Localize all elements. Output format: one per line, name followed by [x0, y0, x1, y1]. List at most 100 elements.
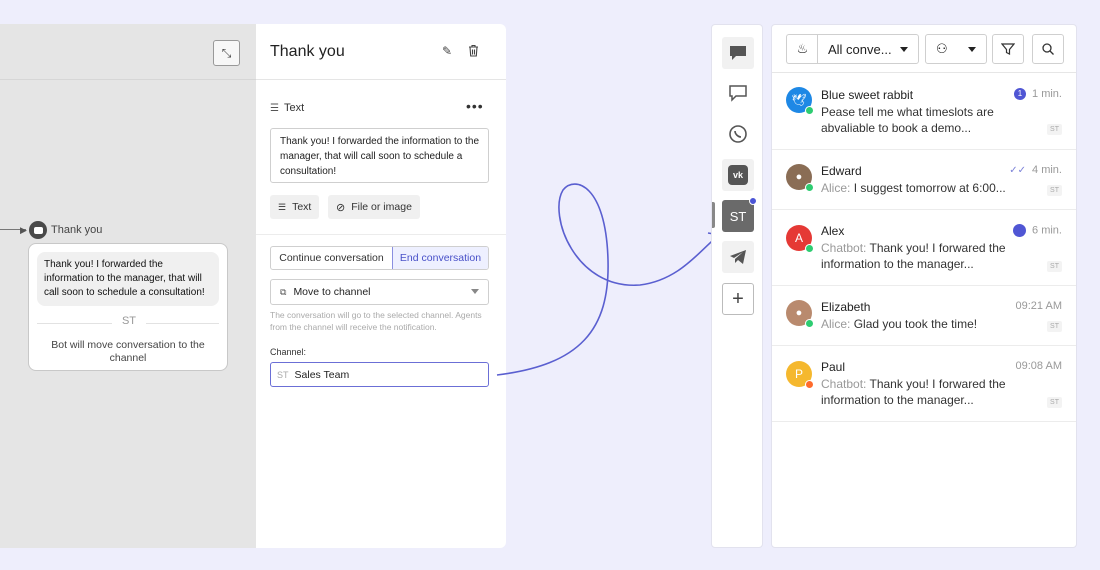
move-icon: ⧉ — [280, 286, 287, 297]
person-photo-icon: ● — [795, 171, 803, 183]
conversation-time: ✓✓ 4 min. — [1009, 164, 1062, 176]
tab-continue-conversation[interactable]: Continue conversation — [271, 247, 392, 269]
conversation-item[interactable]: ● Elizabeth 09:21 AM Alice: Glad you too… — [772, 286, 1076, 346]
flow-node-card[interactable]: Thank you! I forwarded the information t… — [28, 243, 228, 371]
channel-label: Channel: — [270, 347, 307, 357]
conversation-time-text: 1 min. — [1032, 88, 1062, 100]
message-textarea[interactable]: Thank you! I forwarded the information t… — [270, 128, 489, 183]
filter-icon — [1001, 43, 1015, 55]
message-text: I suggest tomorrow at 6:00... — [853, 181, 1006, 195]
block-type: ☰ Text — [270, 102, 304, 114]
channel-chat[interactable] — [722, 37, 754, 69]
list-toolbar: ♨ All conve... ⚇ — [772, 25, 1076, 73]
text-lines-icon: ☰ — [278, 201, 287, 212]
channel-whatsapp[interactable] — [722, 118, 754, 150]
channel-badge: ST — [1047, 185, 1062, 196]
conversation-item[interactable]: P Paul 09:08 AM Chatbot: Thank you! I fo… — [772, 346, 1076, 422]
pencil-icon[interactable]: ✎ — [442, 44, 456, 58]
channel-value: Sales Team — [294, 368, 350, 381]
action-select[interactable]: ⧉ Move to channel — [270, 279, 489, 305]
block-type-label: Text — [283, 102, 305, 114]
conversation-name: Alex — [821, 224, 845, 238]
conversation-name: Paul — [821, 360, 846, 374]
whatsapp-icon — [729, 125, 747, 143]
channel-sales-team[interactable]: ST — [722, 197, 757, 232]
person-photo-icon: ● — [795, 307, 803, 319]
presence-dot — [805, 319, 814, 328]
conversation-time: 09:21 AM — [1015, 300, 1062, 312]
conversation-item[interactable]: ● Edward ✓✓ 4 min. Alice: I suggest tomor… — [772, 150, 1076, 210]
trash-icon[interactable] — [468, 44, 482, 58]
tab-end-conversation[interactable]: End conversation — [392, 247, 488, 269]
unread-dot — [1013, 224, 1027, 237]
avatar: 🕊 — [786, 87, 814, 115]
presence-dot — [805, 106, 814, 115]
channel-badge: ST — [1047, 124, 1062, 135]
add-file-label: File or image — [351, 201, 412, 213]
conversation-item[interactable]: A Alex 6 min. Chatbot: Thank you! I forw… — [772, 210, 1076, 286]
sender-name: Alice: — [821, 181, 854, 195]
divider — [256, 234, 506, 235]
expand-icon[interactable]: ⤡ — [213, 40, 240, 66]
node-footer: Bot will move conversation to the channe… — [51, 339, 205, 364]
conversation-time-text: 4 min. — [1032, 164, 1062, 176]
editor-header: Thank you ✎ — [256, 24, 506, 80]
assignee-select[interactable]: ⚇ — [925, 34, 987, 64]
chat-outline-icon — [729, 85, 747, 102]
unread-count: 1 — [1014, 88, 1027, 101]
conversation-preview: Chatbot: Thank you! I forwared the infor… — [821, 240, 1021, 272]
channel-st-label: ST — [729, 208, 747, 224]
chevron-down-icon — [471, 289, 479, 294]
conversation-mode-toggle[interactable]: Continue conversation End conversation — [270, 246, 489, 270]
node-title: Thank you — [51, 224, 103, 236]
conversation-name: Elizabeth — [821, 300, 871, 314]
presence-dot — [805, 244, 814, 253]
sender-name: Chatbot: — [821, 241, 870, 255]
add-channel-button[interactable]: + — [722, 283, 754, 315]
add-file-button[interactable]: ⊘ File or image — [328, 195, 420, 219]
avatar: ● — [786, 300, 814, 328]
more-icon[interactable]: ••• — [466, 98, 484, 114]
caret-down-icon — [968, 47, 976, 52]
notification-dot — [749, 197, 757, 205]
channel-sidebar: vk ST + — [711, 24, 763, 548]
conversation-preview: Alice: I suggest tomorrow at 6:00... — [821, 180, 1021, 196]
conversation-time: 6 min. — [1013, 224, 1062, 237]
channel-chat-outline[interactable] — [722, 77, 754, 109]
channel-badge: ST — [1047, 397, 1062, 408]
conversation-preview: Pease tell me what timeslots are abvalia… — [821, 105, 994, 135]
filter-select-value: All conve... — [828, 41, 892, 57]
avatar: P — [786, 361, 814, 389]
avatar-initial: P — [794, 367, 803, 381]
vk-icon: vk — [728, 165, 748, 185]
people-icon: ⚇ — [936, 41, 948, 56]
active-channel-marker — [712, 202, 715, 228]
double-check-icon: ✓✓ — [1009, 165, 1027, 176]
message-text: Glad you took the time! — [853, 317, 978, 331]
conversation-filter-select[interactable]: All conve... — [817, 34, 919, 64]
flow-canvas[interactable]: ⤡ ▶ Thank you Thank you! I forwarded the… — [0, 24, 256, 548]
canvas-toolbar: ⤡ — [0, 24, 256, 80]
sender-name: Chatbot: — [821, 377, 870, 391]
action-hint: The conversation will go to the selected… — [270, 310, 482, 332]
bird-icon: 🕊 — [791, 93, 807, 107]
add-text-button[interactable]: ☰ Text — [270, 195, 320, 219]
text-lines-icon: ☰ — [270, 103, 279, 114]
chat-filled-icon — [730, 46, 746, 60]
avatar: A — [786, 225, 814, 253]
editor-panel: Thank you ✎ ☰ Text ••• Thank you! I forwa… — [256, 24, 506, 548]
channel-vk[interactable]: vk — [722, 159, 754, 191]
action-select-value: Move to channel — [293, 286, 371, 298]
conversation-item[interactable]: 🕊 Blue sweet rabbit 1 1 min. Pease tell m… — [772, 73, 1076, 150]
channel-badge: ST — [1047, 261, 1062, 272]
editor-title: Thank you — [270, 43, 345, 60]
filter-button[interactable] — [992, 34, 1024, 64]
hot-filter-button[interactable]: ♨ — [786, 34, 818, 64]
avatar-initial: A — [794, 231, 803, 245]
channel-telegram[interactable] — [722, 241, 754, 273]
channel-badge: ST — [112, 315, 146, 331]
search-button[interactable] — [1032, 34, 1064, 64]
conversation-preview: Alice: Glad you took the time! — [821, 316, 1021, 332]
add-text-label: Text — [292, 201, 312, 213]
channel-field[interactable]: ST Sales Team — [270, 362, 489, 387]
